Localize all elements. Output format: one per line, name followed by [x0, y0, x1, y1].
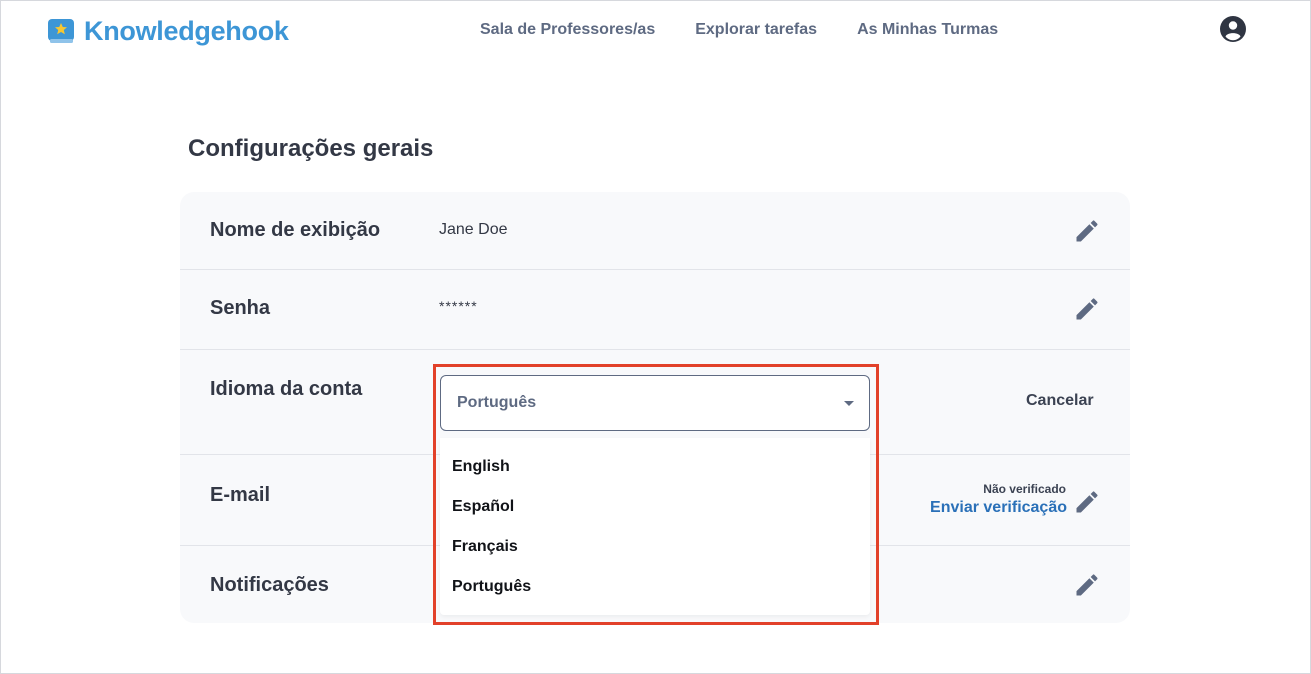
- display-name-label: Nome de exibição: [210, 219, 381, 241]
- language-option-french[interactable]: Français: [452, 538, 518, 556]
- pencil-icon[interactable]: [1073, 295, 1101, 323]
- cancel-button[interactable]: Cancelar: [1026, 392, 1094, 410]
- email-label: E-mail: [210, 484, 271, 506]
- nav-teachers-lounge[interactable]: Sala de Professores/as: [480, 21, 655, 39]
- user-circle-icon[interactable]: [1219, 15, 1247, 43]
- top-nav: Sala de Professores/as Explorar tarefas …: [480, 21, 998, 39]
- caret-down-icon: [844, 401, 854, 406]
- password-label: Senha: [210, 297, 271, 319]
- send-verification-link[interactable]: Enviar verificação: [917, 499, 1067, 517]
- pencil-icon[interactable]: [1073, 217, 1101, 245]
- notifications-label: Notificações: [210, 574, 329, 596]
- logo[interactable]: Knowledgehook: [46, 15, 289, 47]
- language-select-value: Português: [457, 394, 537, 411]
- book-star-icon: [48, 19, 74, 43]
- display-name-row: Nome de exibição Jane Doe: [180, 192, 1130, 270]
- language-label: Idioma da conta: [210, 378, 363, 400]
- page-title: Configurações gerais: [188, 135, 434, 162]
- password-value: ******: [439, 298, 478, 314]
- language-option-portuguese[interactable]: Português: [452, 578, 531, 596]
- nav-explore-tasks[interactable]: Explorar tarefas: [695, 21, 817, 39]
- language-options-list: English Español Français Português: [440, 438, 870, 615]
- language-option-spanish[interactable]: Español: [452, 498, 514, 516]
- email-status-badge: Não verificado: [983, 482, 1066, 496]
- language-option-english[interactable]: English: [452, 458, 510, 476]
- language-select[interactable]: Português: [440, 375, 870, 431]
- logo-text: Knowledgehook: [84, 15, 289, 46]
- pencil-icon[interactable]: [1073, 571, 1101, 599]
- password-row: Senha ******: [180, 270, 1130, 350]
- pencil-icon[interactable]: [1073, 488, 1101, 516]
- nav-my-classes[interactable]: As Minhas Turmas: [857, 21, 998, 39]
- display-name-value: Jane Doe: [439, 221, 508, 238]
